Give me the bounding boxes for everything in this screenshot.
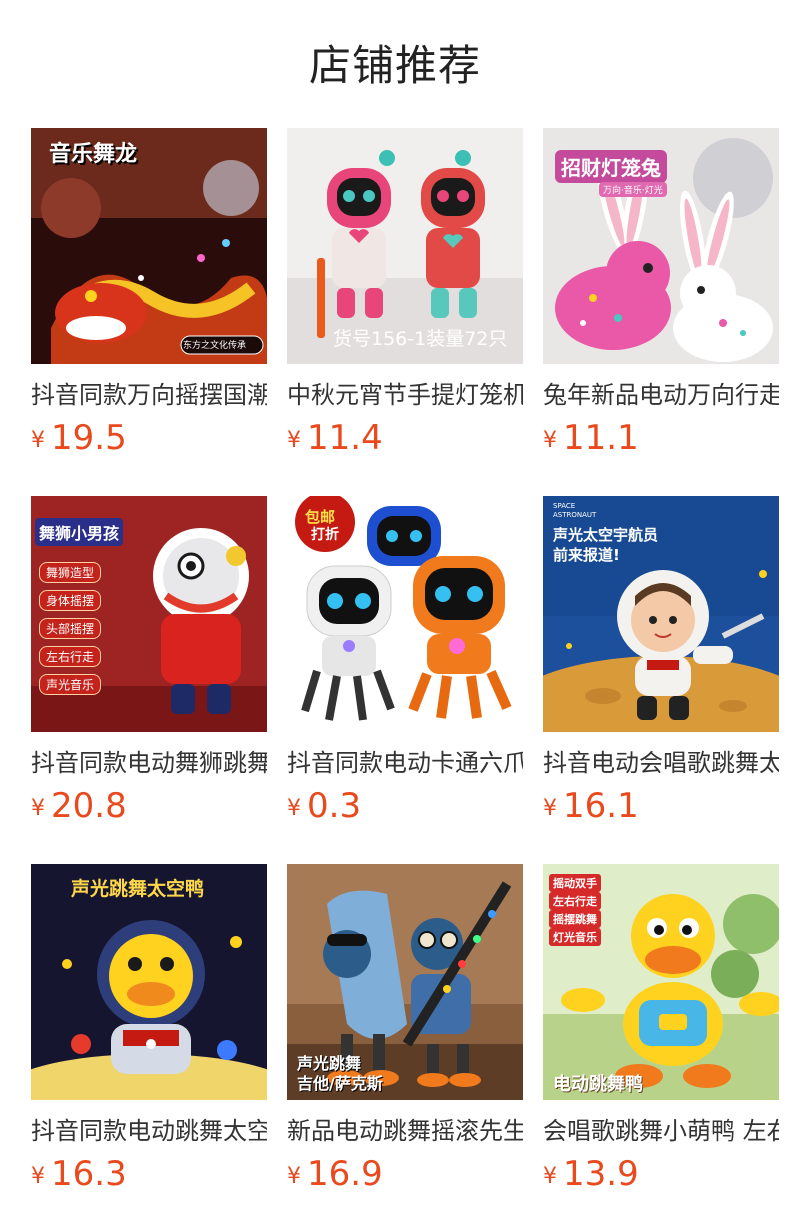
product-name[interactable]: 新品电动跳舞摇滚先生 <box>287 1114 523 1148</box>
image-caption: 摇摆跳舞 <box>549 910 601 928</box>
image-caption: 音乐舞龙 <box>49 142 138 167</box>
image-caption: SPACE ASTRONAUT <box>553 502 597 519</box>
image-caption: 舞狮造型 <box>39 562 102 583</box>
price-value: 11.1 <box>563 418 639 458</box>
product-name[interactable]: 会唱歌跳舞小萌鸭 左右摇摆 <box>543 1114 779 1148</box>
currency-symbol: ¥ <box>543 1164 557 1189</box>
product-name[interactable]: 抖音同款电动卡通六爪机器人 <box>287 746 523 780</box>
price-value: 19.5 <box>51 418 127 458</box>
price-value: 20.8 <box>51 786 127 826</box>
price-value: 13.9 <box>563 1154 639 1194</box>
product-card[interactable]: 声光跳舞 吉他/萨克斯 新品电动跳舞摇滚先生 ¥16.9 <box>287 864 523 1204</box>
image-caption: 声光音乐 <box>39 674 102 695</box>
product-price: ¥20.8 <box>31 784 127 828</box>
product-image[interactable]: 声光跳舞太空鸭 <box>31 864 267 1100</box>
product-card[interactable]: 包邮 打折 抖音同款电动卡通六爪机器人 ¥0.3 <box>287 496 523 836</box>
product-name[interactable]: 抖音同款电动跳舞太空鸭 <box>31 1114 267 1148</box>
currency-symbol: ¥ <box>31 1164 45 1189</box>
product-price: ¥11.1 <box>543 416 639 460</box>
product-card[interactable]: 摇动双手 左右行走 摇摆跳舞 灯光音乐 电动跳舞鸭 会唱歌跳舞小萌鸭 左右摇摆 … <box>543 864 779 1204</box>
image-caption: 摇动双手 <box>549 874 601 892</box>
product-name[interactable]: 抖音电动会唱歌跳舞太空人 <box>543 746 779 780</box>
image-caption: 万向·音乐·灯光 <box>599 182 667 197</box>
product-name[interactable]: 抖音同款万向摇摆国潮舞龙 <box>31 378 267 412</box>
image-caption: 声光太空宇航员 <box>553 526 659 544</box>
product-price: ¥13.9 <box>543 1152 639 1196</box>
product-name[interactable]: 抖音同款电动舞狮跳舞玩具 <box>31 746 267 780</box>
price-value: 11.4 <box>307 418 383 458</box>
product-price: ¥19.5 <box>31 416 127 460</box>
price-value: 16.9 <box>307 1154 383 1194</box>
currency-symbol: ¥ <box>31 428 45 453</box>
product-image[interactable]: SPACE ASTRONAUT 声光太空宇航员 前来报道! <box>543 496 779 732</box>
image-caption: 左右行走 <box>39 646 102 667</box>
page-title: 店铺推荐 <box>308 41 481 90</box>
currency-symbol: ¥ <box>287 428 301 453</box>
product-name[interactable]: 兔年新品电动万向行走兔 <box>543 378 779 412</box>
image-caption: 声光跳舞太空鸭 <box>71 878 205 900</box>
image-caption: 货号156-1装量72只 <box>333 328 508 350</box>
price-value: 16.1 <box>563 786 639 826</box>
price-value: 0.3 <box>307 786 362 826</box>
image-caption: 左右行走 <box>549 892 601 910</box>
product-name[interactable]: 中秋元宵节手提灯笼机器人 <box>287 378 523 412</box>
currency-symbol: ¥ <box>287 796 301 821</box>
product-card[interactable]: 货号156-1装量72只 中秋元宵节手提灯笼机器人 ¥11.4 <box>287 128 523 468</box>
image-caption: 前来报道! <box>553 546 620 564</box>
product-image[interactable]: 音乐舞龙 东方之文化传承 <box>31 128 267 364</box>
price-value: 16.3 <box>51 1154 127 1194</box>
currency-symbol: ¥ <box>31 796 45 821</box>
image-caption: 东方之文化传承 <box>183 341 247 351</box>
currency-symbol: ¥ <box>543 796 557 821</box>
product-card[interactable]: 声光跳舞太空鸭 抖音同款电动跳舞太空鸭 ¥16.3 <box>31 864 267 1204</box>
product-card[interactable]: SPACE ASTRONAUT 声光太空宇航员 前来报道! 抖音电动会唱歌跳舞太… <box>543 496 779 836</box>
product-image[interactable]: 舞狮小男孩 舞狮造型 身体摇摆 头部摇摆 左右行走 声光音乐 <box>31 496 267 732</box>
image-caption: 吉他/萨克斯 <box>297 1074 383 1093</box>
product-price: ¥11.4 <box>287 416 383 460</box>
image-caption: 灯光音乐 <box>549 928 601 946</box>
currency-symbol: ¥ <box>287 1164 301 1189</box>
product-image[interactable]: 包邮 打折 <box>287 496 523 732</box>
product-price: ¥16.9 <box>287 1152 383 1196</box>
image-caption: 招财灯笼兔 <box>555 150 667 183</box>
image-caption: 头部摇摆 <box>39 618 102 639</box>
image-caption: 电动跳舞鸭 <box>553 1074 643 1095</box>
product-card[interactable]: 舞狮小男孩 舞狮造型 身体摇摆 头部摇摆 左右行走 声光音乐 抖音同款电动舞狮跳… <box>31 496 267 836</box>
image-caption: 身体摇摆 <box>39 590 102 611</box>
product-price: ¥16.1 <box>543 784 639 828</box>
product-image[interactable]: 摇动双手 左右行走 摇摆跳舞 灯光音乐 电动跳舞鸭 <box>543 864 779 1100</box>
product-image[interactable]: 招财灯笼兔 万向·音乐·灯光 <box>543 128 779 364</box>
product-image[interactable]: 声光跳舞 吉他/萨克斯 <box>287 864 523 1100</box>
currency-symbol: ¥ <box>543 428 557 453</box>
image-caption: 舞狮小男孩 <box>35 518 124 546</box>
product-card[interactable]: 招财灯笼兔 万向·音乐·灯光 兔年新品电动万向行走兔 ¥11.1 <box>543 128 779 468</box>
shop-recommendations-page: 店铺推荐 音乐舞龙 东方之文化传承 抖音同款万向摇摆国潮 ¥ 19.5 货号15… <box>0 0 790 1232</box>
product-price: ¥16.3 <box>31 1152 127 1196</box>
image-caption: 打折 <box>311 527 339 543</box>
product-image[interactable]: 货号156-1装量72只 <box>287 128 523 364</box>
product-price: ¥0.3 <box>287 784 361 828</box>
product-card[interactable]: 音乐舞龙 东方之文化传承 抖音同款万向摇摆国潮舞龙 ¥19.5 <box>31 128 267 468</box>
